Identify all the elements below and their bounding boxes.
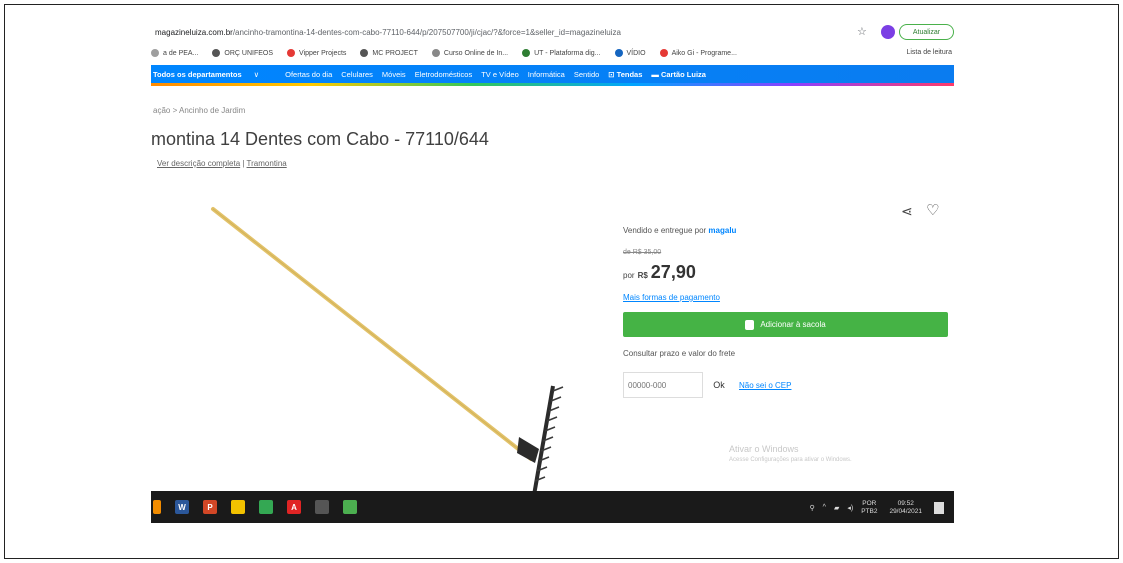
taskbar-pinned-apps: WP A xyxy=(161,500,357,514)
bookmark-item[interactable]: MC PROJECT xyxy=(360,49,418,57)
files-icon[interactable] xyxy=(231,500,245,514)
breadcrumb[interactable]: ação > Ancinho de Jardim xyxy=(153,106,245,115)
nav-item-moveis[interactable]: Móveis xyxy=(382,70,406,79)
cep-row: Ok Não sei o CEP xyxy=(623,372,948,398)
bookmark-favicon-icon xyxy=(522,49,531,57)
browser-window: magazineluiza.com.br/ancinho-tramontina-… xyxy=(151,21,954,523)
chrome-icon[interactable] xyxy=(259,500,273,514)
nav-item-celulares[interactable]: Celulares xyxy=(341,70,373,79)
screenshot-frame: magazineluiza.com.br/ancinho-tramontina-… xyxy=(4,4,1119,559)
share-icon[interactable]: ⋖ xyxy=(901,203,913,220)
magalu-nav-bar: Todos os departamentos ∨ Ofertas do dia … xyxy=(151,65,954,83)
bookmark-star-icon[interactable]: ☆ xyxy=(857,25,867,38)
card-icon: ▬ xyxy=(651,69,661,79)
notification-icon[interactable] xyxy=(934,501,944,514)
bookmark-favicon-icon xyxy=(151,49,159,57)
separator: | xyxy=(242,159,245,168)
departments-menu[interactable]: Todos os departamentos xyxy=(151,70,242,79)
network-icon[interactable]: ▰ xyxy=(834,504,839,512)
bookmark-item[interactable]: UT - Plataforma dig... xyxy=(522,49,601,57)
unknown-cep-link[interactable]: Não sei o CEP xyxy=(739,381,791,390)
seller-line: Vendido e entregue por magalu xyxy=(623,226,737,235)
rake-product-image xyxy=(211,207,564,501)
word-icon[interactable]: W xyxy=(175,500,189,514)
address-bar[interactable]: magazineluiza.com.br/ancinho-tramontina-… xyxy=(151,21,954,43)
bookmark-favicon-icon xyxy=(212,49,221,57)
photos-icon[interactable] xyxy=(343,500,357,514)
seller-name[interactable]: magalu xyxy=(708,226,736,235)
bookmark-item[interactable]: Vipper Projects xyxy=(287,49,346,57)
volume-icon[interactable]: ◂) xyxy=(847,504,853,512)
nav-rainbow-stripe xyxy=(151,83,954,86)
product-title: montina 14 Dentes com Cabo - 77110/644 xyxy=(151,129,489,149)
profile-avatar[interactable] xyxy=(881,25,895,39)
cep-input[interactable] xyxy=(623,372,703,398)
favorite-heart-icon[interactable]: ♡ xyxy=(926,201,939,219)
buy-box: Vendido e entregue por magalu de R$ 35,0… xyxy=(623,226,948,398)
brand-link[interactable]: Tramontina xyxy=(247,159,287,168)
powerpoint-icon[interactable]: P xyxy=(203,500,217,514)
windows-activation-watermark: Ativar o Windows Acesse Configurações pa… xyxy=(729,444,852,463)
old-price: de R$ 35,00 xyxy=(623,249,662,256)
person-icon[interactable]: ⚲ xyxy=(810,504,815,512)
nav-item-tendas[interactable]: ⊡ Tendas xyxy=(608,70,642,79)
bookmark-item[interactable]: a de PEA... xyxy=(151,49,198,57)
nav-item-tv-video[interactable]: TV e Vídeo xyxy=(481,70,519,79)
nav-item-sentido[interactable]: Sentido xyxy=(574,70,599,79)
nav-item-eletrodomesticos[interactable]: Eletrodomésticos xyxy=(415,70,473,79)
clock[interactable]: 09:52 29/04/2021 xyxy=(889,500,922,516)
acrobat-icon[interactable]: A xyxy=(287,500,301,514)
language-indicator[interactable]: POR PTB2 xyxy=(861,500,877,516)
bookmark-favicon-icon xyxy=(431,49,440,57)
add-to-bag-button[interactable]: Adicionar à sacola xyxy=(623,312,948,337)
store-icon: ⊡ xyxy=(608,69,617,79)
nav-item-informatica[interactable]: Informática xyxy=(528,70,565,79)
product-subline: Ver descrição completa | Tramontina xyxy=(157,159,287,168)
chevron-down-icon[interactable]: ∨ xyxy=(254,70,260,79)
current-price: por R$ 27,90 xyxy=(623,262,696,282)
bag-icon xyxy=(745,319,755,330)
bookmark-item[interactable]: Curso Online de In... xyxy=(431,49,508,57)
bookmark-favicon-icon xyxy=(360,49,369,57)
payment-options-link[interactable]: Mais formas de pagamento xyxy=(623,293,948,302)
cep-ok-button[interactable]: Ok xyxy=(707,380,731,390)
bookmark-favicon-icon xyxy=(659,49,668,57)
app-icon[interactable] xyxy=(315,500,329,514)
bookmark-item[interactable]: ORÇ UNIFEOS xyxy=(212,49,273,57)
nav-item-cartao-luiza[interactable]: ▬ Cartão Luiza xyxy=(651,70,706,79)
freight-label: Consultar prazo e valor do frete xyxy=(623,349,736,358)
nav-item-ofertas[interactable]: Ofertas do dia xyxy=(285,70,332,79)
bookmark-item[interactable]: Aiko Gi - Programe... xyxy=(659,49,737,57)
bookmarks-bar: a de PEA... ORÇ UNIFEOS Vipper Projects MC … xyxy=(151,43,954,63)
full-description-link[interactable]: Ver descrição completa xyxy=(157,159,240,168)
update-browser-button[interactable]: Atualizar xyxy=(899,24,954,40)
reading-list-button[interactable]: Lista de leitura xyxy=(906,49,952,56)
taskbar-app-icon[interactable] xyxy=(153,500,161,514)
windows-taskbar: WP A ⚲ ^ ▰ ◂) POR PTB2 09:52 29/04/2021 xyxy=(151,491,954,523)
url-text[interactable]: magazineluiza.com.br/ancinho-tramontina-… xyxy=(151,28,791,37)
bookmark-item[interactable]: VÍDIO xyxy=(614,49,646,57)
system-tray: ⚲ ^ ▰ ◂) POR PTB2 09:52 29/04/2021 xyxy=(810,500,944,516)
bookmark-favicon-icon xyxy=(614,49,623,57)
chevron-up-icon[interactable]: ^ xyxy=(823,504,826,511)
bookmark-favicon-icon xyxy=(287,49,296,57)
